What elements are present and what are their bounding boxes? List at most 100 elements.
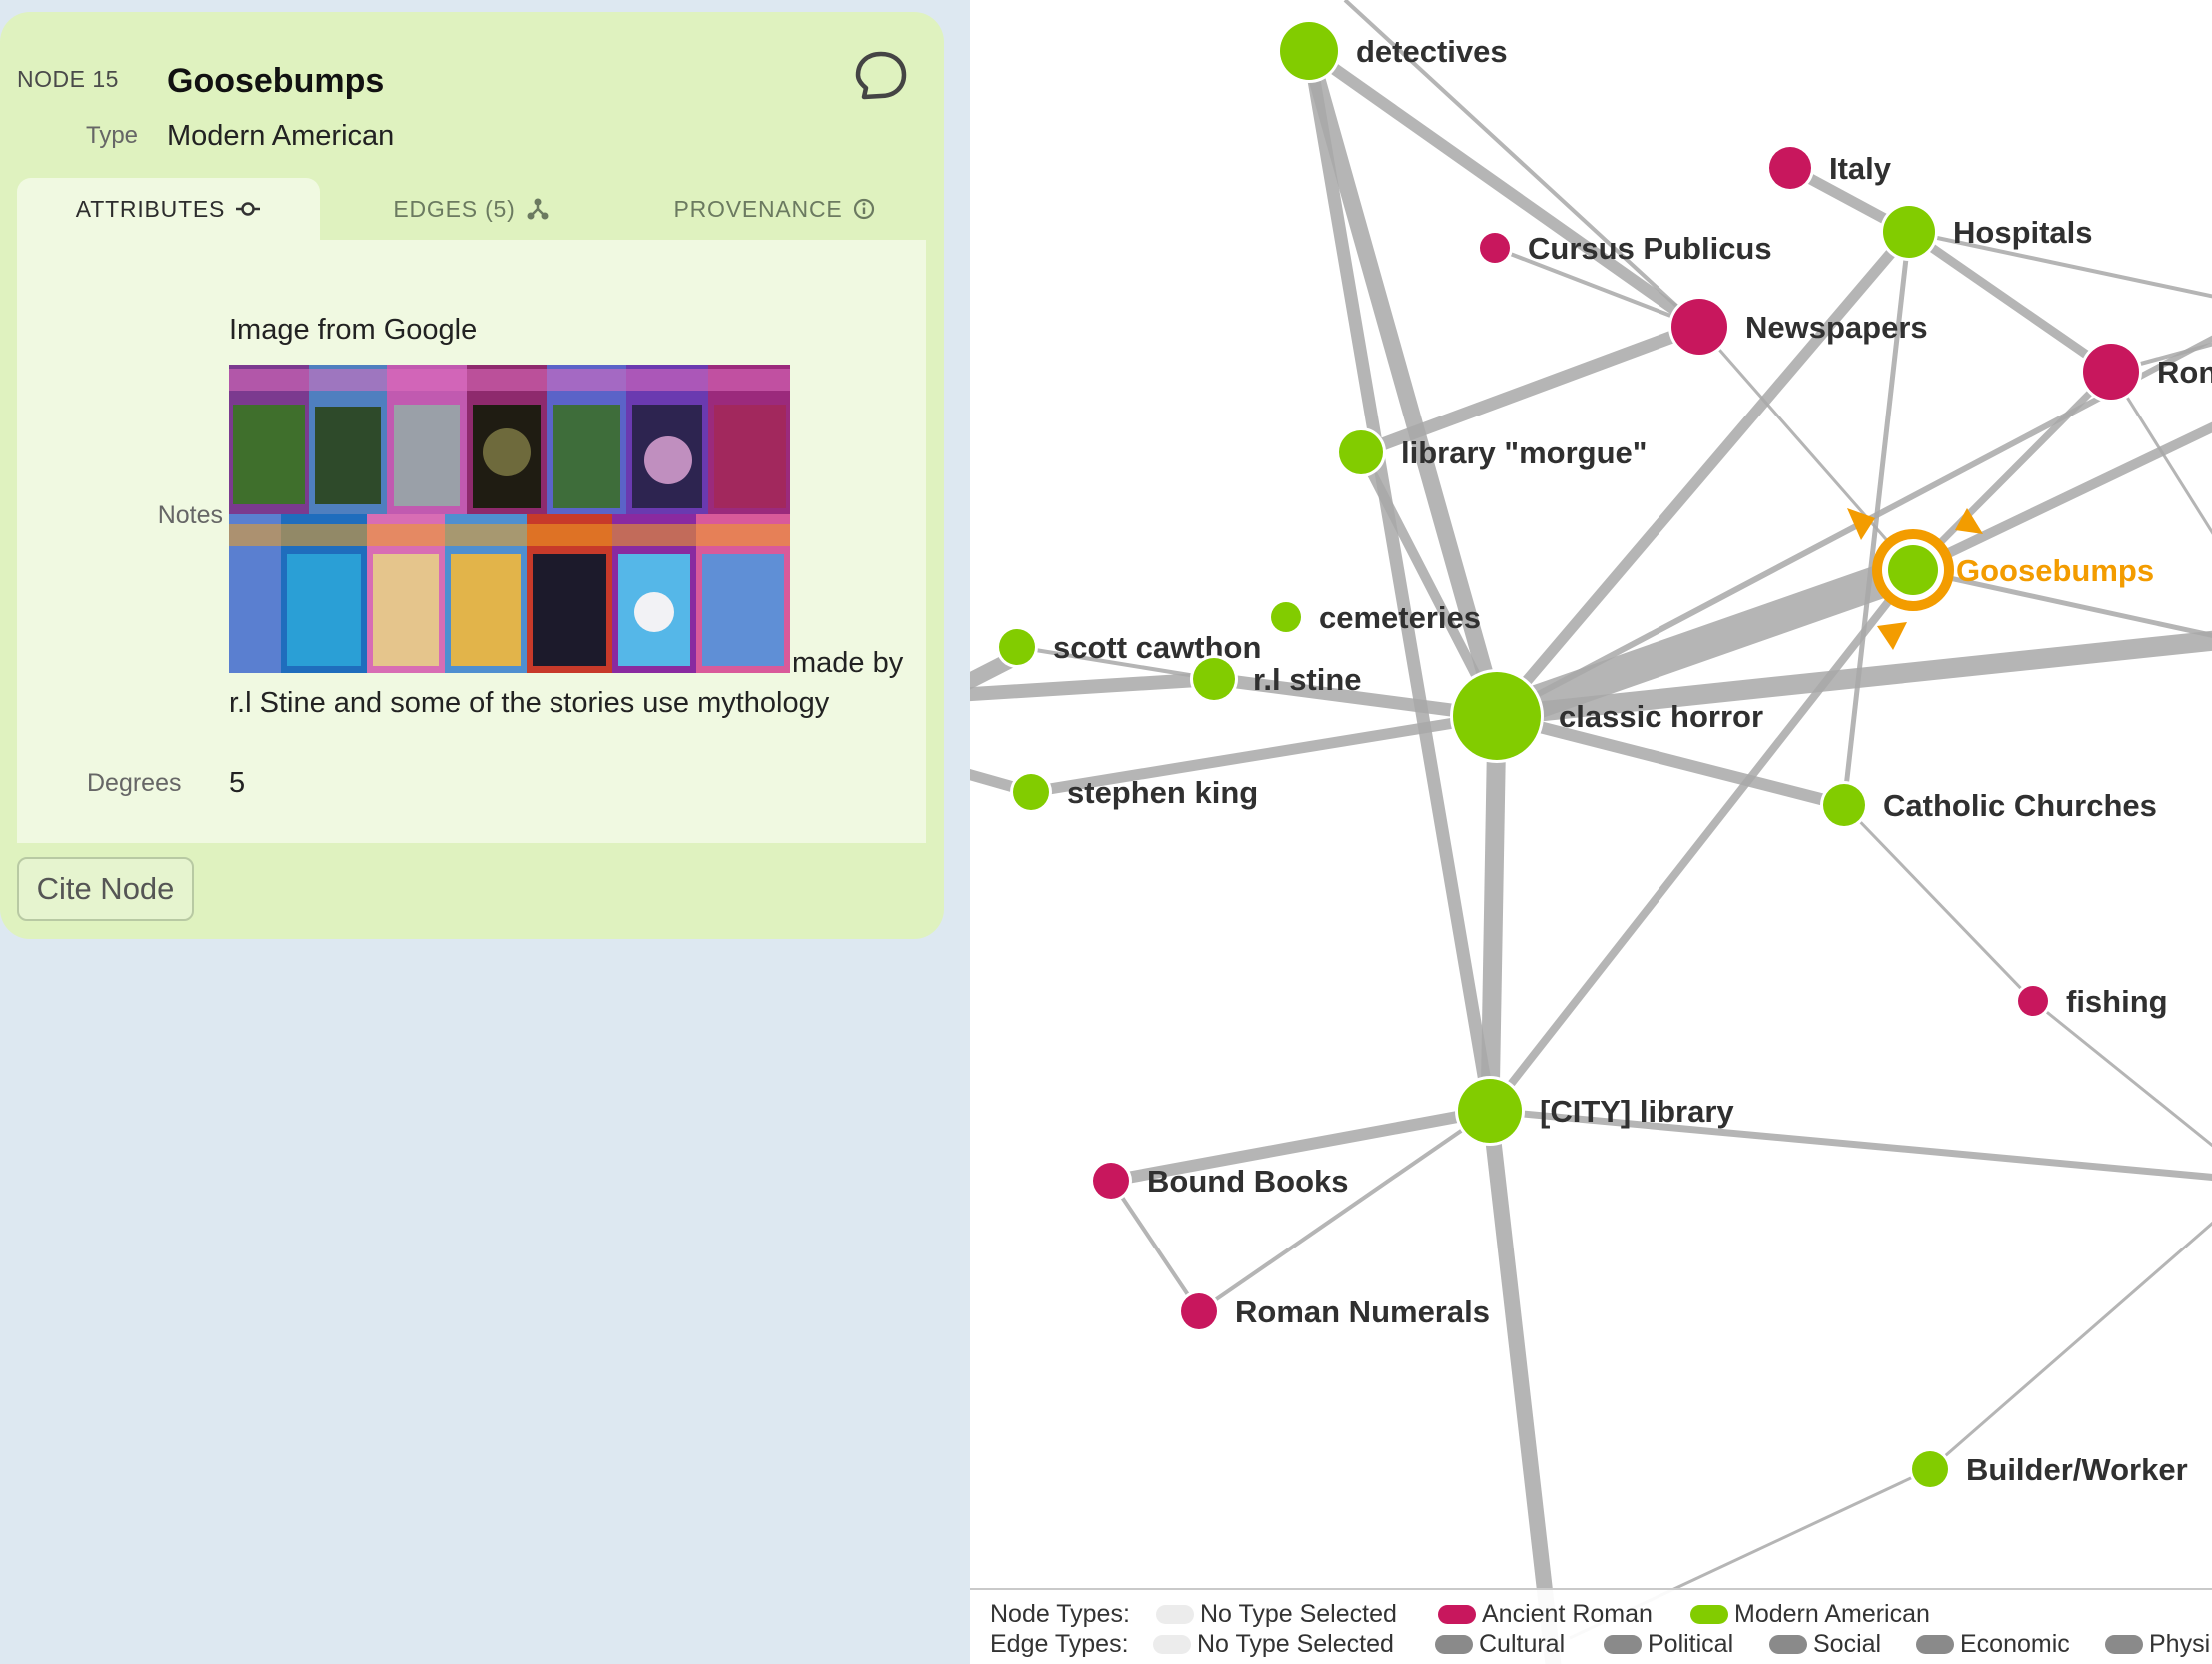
legend-edge-type-cultural[interactable]: Cultural xyxy=(1435,1630,1565,1659)
graph-node-circle[interactable] xyxy=(1671,299,1727,355)
cite-node-button[interactable]: Cite Node xyxy=(17,857,194,921)
node-type-label: Type xyxy=(86,122,139,149)
graph-node-label[interactable]: Newspapers xyxy=(1745,310,1928,345)
graph-node-label[interactable]: [CITY] library xyxy=(1540,1094,1734,1129)
graph-node[interactable]: Newspapers xyxy=(1668,296,1928,358)
degrees-label: Degrees xyxy=(87,769,182,797)
graph-node-circle[interactable] xyxy=(1888,545,1938,595)
graph-node-circle[interactable] xyxy=(1339,430,1383,474)
legend-edge-type-label: Political xyxy=(1648,1630,1734,1658)
graph-node-circle[interactable] xyxy=(1280,22,1338,80)
graph-node-label[interactable]: Builder/Worker xyxy=(1966,1452,2188,1487)
legend-edge-type-social[interactable]: Social xyxy=(1769,1630,1881,1659)
graph-node[interactable]: Italy xyxy=(1766,144,1892,192)
graph-node-label[interactable]: Cursus Publicus xyxy=(1528,231,1772,266)
graph-node-label[interactable]: Ron xyxy=(2157,355,2212,390)
graph-node-circle[interactable] xyxy=(1769,147,1811,189)
graph-node[interactable]: Hospitals xyxy=(1880,203,2093,261)
graph-node[interactable]: cemeteries xyxy=(1268,599,1481,635)
graph-node-label[interactable]: scott cawthon xyxy=(1053,630,1261,665)
graph-node-circle[interactable] xyxy=(1271,602,1301,632)
graph-node-label[interactable]: Italy xyxy=(1829,151,1892,186)
graph-node-circle[interactable] xyxy=(1883,206,1935,258)
rotate-handle-icon[interactable] xyxy=(1877,622,1907,650)
degrees-value: 5 xyxy=(229,767,246,799)
legend-edge-type-none[interactable]: No Type Selected xyxy=(1153,1630,1394,1659)
graph-node-label[interactable]: Bound Books xyxy=(1147,1164,1349,1199)
graph-node-label[interactable]: r.l stine xyxy=(1253,662,1362,697)
graph-node-label[interactable]: library "morgue" xyxy=(1401,435,1647,470)
legend-node-type-label: Modern American xyxy=(1734,1600,1930,1628)
legend-edge-type-label: Cultural xyxy=(1479,1630,1566,1658)
graph-edge[interactable] xyxy=(1910,419,2212,575)
tab-attributes[interactable]: ATTRIBUTES xyxy=(17,178,320,240)
graph-node-circle[interactable] xyxy=(2018,986,2048,1016)
graph-node[interactable]: Builder/Worker xyxy=(1909,1448,2188,1490)
graph-node-label[interactable]: Goosebumps xyxy=(1956,553,2154,588)
network-icon xyxy=(527,198,549,220)
legend-node-type-none[interactable]: No Type Selected xyxy=(1156,1600,1397,1629)
legend-edge-type-label: No Type Selected xyxy=(1197,1630,1394,1658)
graph-node[interactable]: detectives xyxy=(1277,19,1508,83)
graph-node-label[interactable]: detectives xyxy=(1356,34,1508,69)
graph-node-circle[interactable] xyxy=(999,629,1035,665)
graph-node[interactable]: stephen king xyxy=(1010,771,1258,813)
graph-nodes[interactable]: detectives Italy Hospitals Cursus Publicus N… xyxy=(996,19,2212,1490)
tab-label: PROVENANCE xyxy=(673,195,843,222)
graph-edge[interactable] xyxy=(2032,999,2212,1159)
legend-swatch xyxy=(1435,1635,1473,1654)
graph-edge[interactable] xyxy=(1109,1179,1201,1313)
graph-edge[interactable] xyxy=(1929,1209,2212,1471)
graph-node-circle[interactable] xyxy=(1823,784,1865,826)
graph-node[interactable]: Bound Books xyxy=(1090,1160,1349,1202)
legend-swatch xyxy=(1604,1635,1642,1654)
node-detail-panel: NODE 15 Goosebumps Type Modern American … xyxy=(0,12,944,939)
graph-node-label[interactable]: stephen king xyxy=(1067,775,1258,810)
legend-edge-type-political[interactable]: Political xyxy=(1604,1630,1733,1659)
graph-edge[interactable] xyxy=(1482,1110,1562,1664)
legend-edge-type-economic[interactable]: Economic xyxy=(1916,1630,2070,1659)
node-icon xyxy=(236,202,261,216)
graph-node-label[interactable]: fishing xyxy=(2066,984,2168,1019)
graph-edge[interactable] xyxy=(1842,803,2035,1003)
comment-icon[interactable] xyxy=(854,50,908,104)
graph-node-label[interactable]: cemeteries xyxy=(1319,600,1481,635)
legend-node-type-modern-american[interactable]: Modern American xyxy=(1690,1600,1930,1629)
graph-node-circle[interactable] xyxy=(1480,233,1510,263)
legend-node-type-label: Ancient Roman xyxy=(1482,1600,1653,1628)
graph-node-label[interactable]: Roman Numerals xyxy=(1235,1294,1490,1329)
graph-node-circle[interactable] xyxy=(1013,774,1049,810)
tab-edges[interactable]: EDGES (5) xyxy=(320,178,622,240)
graph-node-circle[interactable] xyxy=(1453,672,1541,760)
legend-swatch xyxy=(1690,1605,1728,1624)
node-title: Goosebumps xyxy=(167,62,385,100)
tab-provenance[interactable]: PROVENANCE xyxy=(622,178,926,240)
network-graph[interactable]: detectives Italy Hospitals Cursus Publicus N… xyxy=(970,0,2212,1664)
panel-tabs: ATTRIBUTES EDGES (5) PROVENANCE xyxy=(17,178,926,240)
graph-edge[interactable] xyxy=(970,672,1215,702)
graph-canvas[interactable]: detectives Italy Hospitals Cursus Publicus N… xyxy=(970,0,2212,1664)
graph-node[interactable]: fishing xyxy=(2015,983,2168,1019)
graph-node-label[interactable]: Catholic Churches xyxy=(1883,788,2157,823)
graph-node-label[interactable]: classic horror xyxy=(1559,699,1763,734)
legend-swatch xyxy=(2105,1635,2143,1654)
graph-node-circle[interactable] xyxy=(1181,1293,1217,1329)
legend-edge-type-physical[interactable]: Physi xyxy=(2105,1630,2210,1659)
graph-node-circle[interactable] xyxy=(1093,1163,1129,1199)
graph-node[interactable]: Cursus Publicus xyxy=(1477,230,1772,266)
graph-edge[interactable] xyxy=(1480,715,1507,1112)
graph-node[interactable]: [CITY] library xyxy=(1455,1076,1734,1146)
graph-node-label[interactable]: Hospitals xyxy=(1953,215,2093,250)
graph-node-circle[interactable] xyxy=(1193,658,1235,700)
legend-swatch xyxy=(1156,1605,1194,1624)
graph-node[interactable]: Catholic Churches xyxy=(1820,781,2157,829)
graph-edge[interactable] xyxy=(1910,369,2114,573)
legend-node-type-label: No Type Selected xyxy=(1200,1600,1397,1628)
graph-node-circle[interactable] xyxy=(1912,1451,1948,1487)
graph-node-circle[interactable] xyxy=(2083,344,2139,400)
graph-node[interactable]: r.l stine xyxy=(1190,655,1362,703)
tab-label: EDGES (5) xyxy=(393,195,516,222)
graph-node[interactable]: Roman Numerals xyxy=(1178,1290,1490,1332)
legend-node-type-ancient-roman[interactable]: Ancient Roman xyxy=(1438,1600,1653,1629)
graph-node-circle[interactable] xyxy=(1458,1079,1522,1143)
